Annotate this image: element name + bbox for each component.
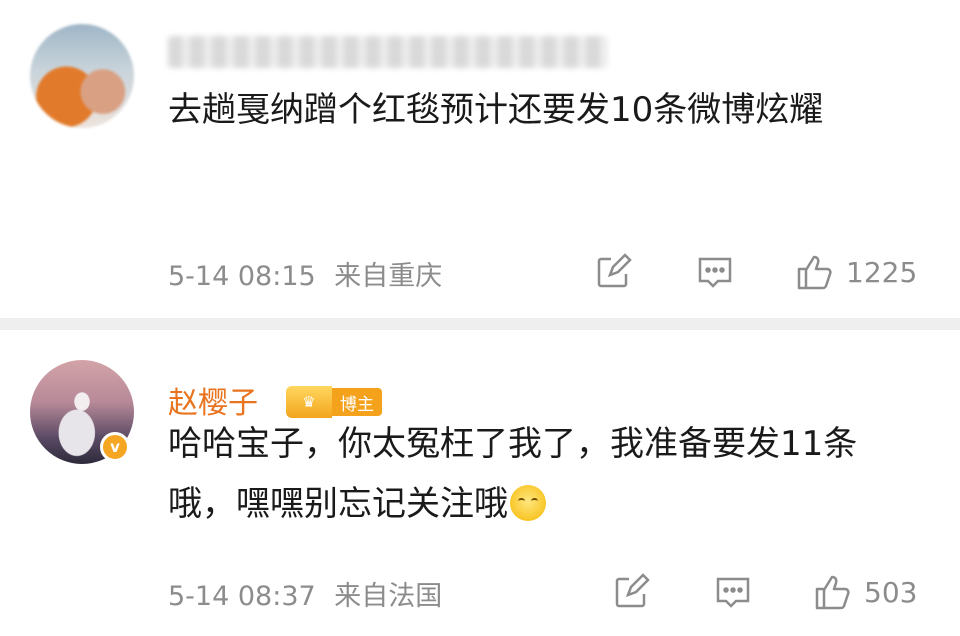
blurred-username (168, 36, 608, 68)
thumbs-up-icon (797, 255, 832, 290)
like-button[interactable]: 1225 (796, 252, 917, 292)
share-button[interactable] (612, 572, 650, 612)
comment-icon (698, 257, 732, 288)
verified-badge-icon: v (100, 432, 130, 462)
thumbs-up-icon (815, 575, 850, 610)
comment-button[interactable] (696, 252, 734, 292)
comment-icon (716, 577, 750, 608)
comment-actions: 503 (0, 572, 960, 612)
like-count: 1225 (846, 255, 918, 289)
share-icon (597, 253, 632, 288)
comment-actions: 1225 (0, 252, 960, 292)
comment-text: 去趟戛纳蹭个红毯预计还要发10条微博炫耀 (168, 90, 824, 130)
like-button[interactable]: 503 (814, 572, 917, 612)
comment-text: 哈哈宝子，你太冤枉了我了，我准备要发11条哦，嘿嘿别忘记关注哦 (168, 414, 908, 534)
comment-button[interactable] (714, 572, 752, 612)
share-button[interactable] (594, 252, 632, 292)
badge-label: 博主 (332, 388, 382, 416)
share-icon (615, 573, 650, 608)
avatar[interactable] (30, 24, 134, 128)
divider (0, 318, 960, 330)
grinning-emoji-icon (510, 485, 546, 521)
like-count: 503 (864, 575, 918, 609)
comment-item: v 赵樱子 ♛ 博主 哈哈宝子，你太冤枉了我了，我准备要发11条哦，嘿嘿别忘记关… (0, 330, 960, 636)
comment-item: 去趟戛纳蹭个红毯预计还要发10条微博炫耀 5-14 08:15 来自重庆 122… (0, 0, 960, 318)
